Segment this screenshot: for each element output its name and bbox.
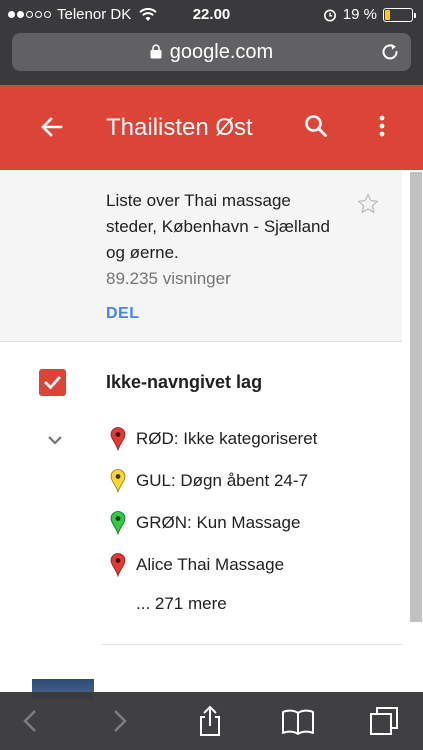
chevron-down-icon[interactable]: [44, 432, 66, 448]
map-pin-icon: [110, 511, 126, 535]
bookmarks-icon[interactable]: [281, 705, 315, 737]
share-icon[interactable]: [193, 705, 227, 737]
alarm-icon: [323, 9, 336, 21]
url-bar[interactable]: google.com: [12, 33, 411, 71]
legend-item-red[interactable]: RØD: Ikke kategoriseret: [110, 426, 317, 452]
map-title: Thailisten Øst: [106, 114, 253, 141]
legend-label: RØD: Ikke kategoriseret: [136, 429, 318, 448]
map-pin-icon: [110, 427, 126, 451]
back-arrow-icon[interactable]: [38, 113, 66, 141]
legend-item-green[interactable]: GRØN: Kun Massage: [110, 510, 300, 536]
battery-percent: 19 %: [342, 6, 377, 23]
more-vert-icon[interactable]: [368, 112, 396, 140]
star-icon[interactable]: [356, 192, 380, 216]
search-icon[interactable]: [302, 112, 330, 140]
tabs-icon[interactable]: [367, 705, 401, 737]
reload-icon[interactable]: [379, 41, 401, 63]
status-bar: Telenor DK 22.00 19 %: [0, 0, 423, 30]
status-right: 19 %: [323, 6, 416, 23]
browser-toolbar: [0, 692, 423, 750]
battery-icon: [383, 7, 416, 22]
legend-label: Alice Thai Massage: [136, 555, 285, 574]
map-pin-icon: [110, 469, 126, 493]
divider: [102, 644, 402, 645]
browser-chrome: Telenor DK 22.00 19 % google.com: [0, 0, 423, 85]
check-icon: [44, 376, 61, 390]
back-nav-icon[interactable]: [14, 705, 48, 737]
share-button[interactable]: DEL: [106, 305, 140, 323]
url-text: google.com: [169, 41, 274, 63]
forward-nav-icon[interactable]: [102, 705, 136, 737]
layer-checkbox[interactable]: [39, 369, 66, 396]
legend-item-yellow[interactable]: GUL: Døgn åbent 24-7: [110, 468, 308, 494]
scrollbar[interactable]: [410, 172, 422, 622]
legend-item-alice[interactable]: Alice Thai Massage: [110, 552, 284, 578]
more-items-link[interactable]: ... 271 mere: [136, 594, 227, 614]
map-description: Liste over Thai massage steder, Københav…: [106, 191, 330, 262]
legend-label: GRØN: Kun Massage: [136, 513, 301, 532]
layer-title: Ikke-navngivet lag: [106, 372, 263, 392]
map-pin-icon: [110, 553, 126, 577]
legend-label: GUL: Døgn åbent 24-7: [136, 471, 308, 490]
view-count: 89.235 visninger: [106, 269, 231, 288]
url-display[interactable]: google.com: [12, 41, 411, 64]
app-bar: Thailisten Øst: [0, 85, 423, 170]
lock-icon: [150, 44, 162, 59]
map-info-panel: Liste over Thai massage steder, Københav…: [0, 170, 402, 342]
